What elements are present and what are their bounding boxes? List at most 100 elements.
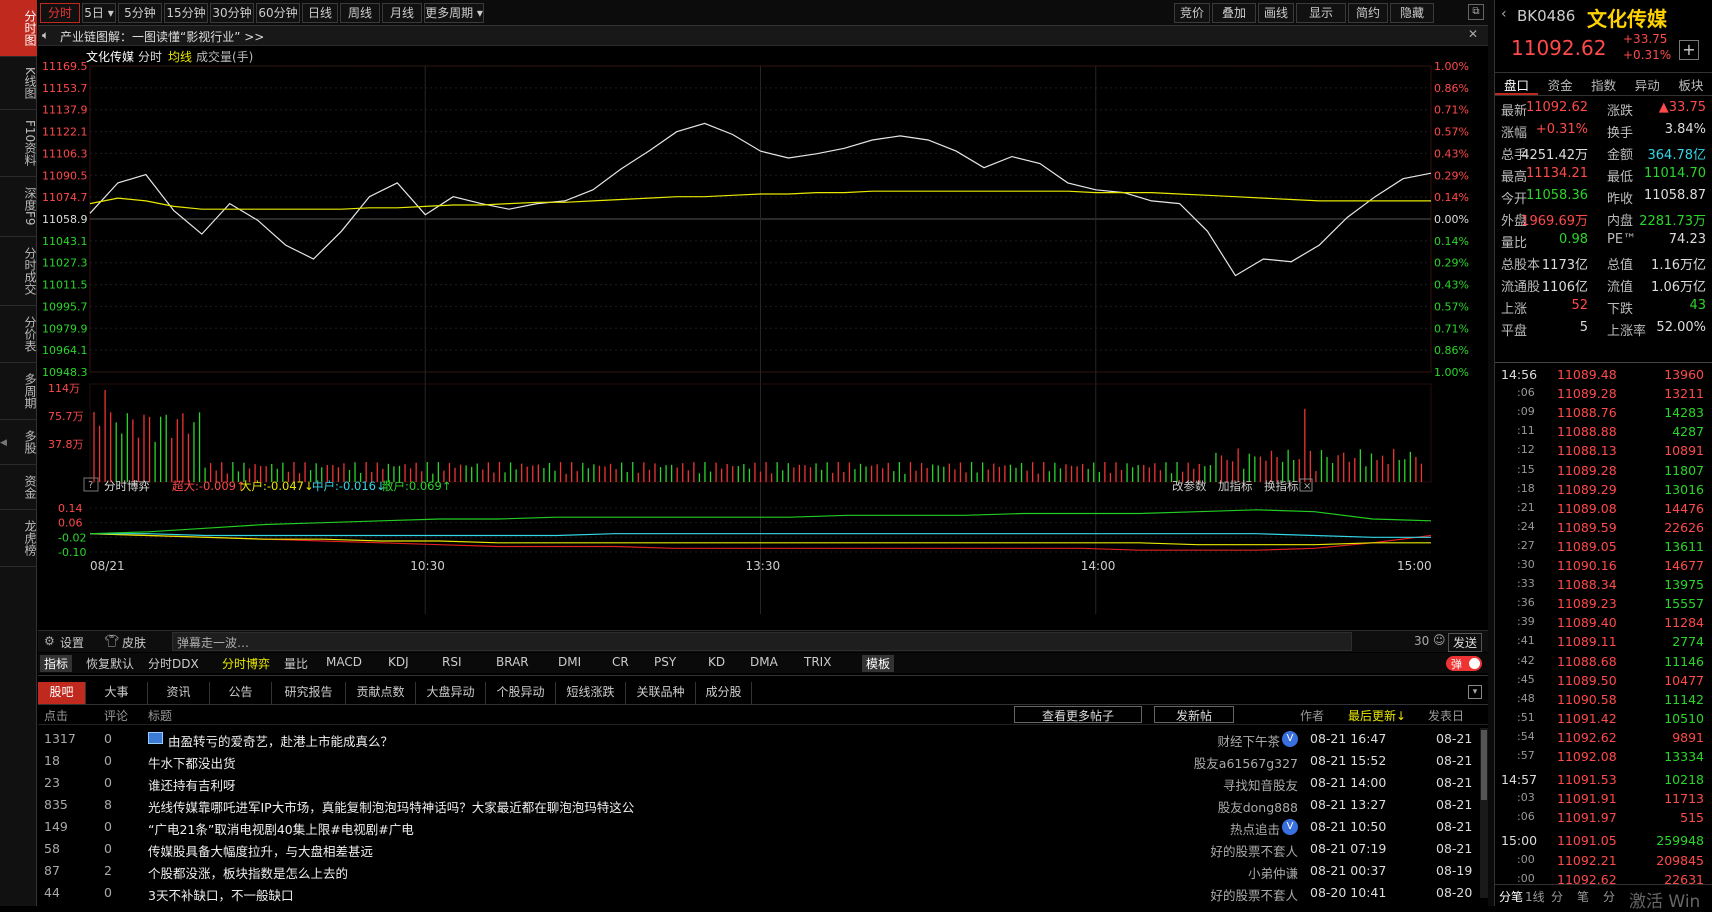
more-posts-button[interactable]: 查看更多帖子: [1014, 706, 1142, 723]
indicator-tab-7[interactable]: RSI: [438, 655, 466, 669]
panel-menu-icon[interactable]: ▾: [1468, 685, 1482, 699]
intraday-chart[interactable]: 11169.5 1.00% 11153.7 0.86% 11137.9 0.71% 1112…: [38, 62, 1488, 622]
indicator-tab-14[interactable]: TRIX: [800, 655, 835, 669]
col-author[interactable]: 作者: [1300, 707, 1324, 724]
col-title[interactable]: 标题: [148, 707, 172, 724]
indicator-tab-4[interactable]: 量比: [280, 655, 312, 672]
post-author[interactable]: 好的股票不套人: [1210, 841, 1298, 860]
post-row[interactable]: 87 2 个股都没涨，板块指数是怎么上去的 小弟仲谦 08-21 00:37 08-19: [38, 860, 1478, 882]
bottom-tab-9[interactable]: 关联品种: [626, 682, 696, 704]
post-author[interactable]: 股友dong888: [1218, 797, 1298, 816]
post-title[interactable]: 光线传媒靠哪吒进军IP大市场，真能复制泡泡玛特神话吗？大家最近都在聊泡泡玛特这公: [148, 797, 634, 816]
toolbar-btn-1[interactable]: 叠加: [1212, 3, 1256, 23]
post-row[interactable]: 18 0 牛水下都没出货 股友a61567g327 08-21 15:52 08-21: [38, 750, 1478, 772]
post-title[interactable]: “广电21条”取消电视剧40集上限#电视剧#广电: [148, 819, 414, 838]
scroll-thumb[interactable]: [1481, 730, 1487, 800]
post-row[interactable]: 149 0 “广电21条”取消电视剧40集上限#电视剧#广电 热点追击 08-21 10…: [38, 816, 1478, 838]
post-title[interactable]: 由盈转亏的爱奇艺，赴港上市能成真么？: [168, 731, 393, 750]
quote-bottom-tab-2[interactable]: 分: [1551, 888, 1563, 905]
post-title[interactable]: 传媒股具备大幅度拉升，与大盘相差甚远: [148, 841, 373, 860]
nav-item-4[interactable]: 分时成交: [0, 237, 37, 306]
prev-icon[interactable]: ‹: [1501, 6, 1507, 22]
add-icon[interactable]: +: [1679, 40, 1699, 60]
settings-icon[interactable]: ⚙: [44, 634, 55, 648]
toolbar-btn-3[interactable]: 显示: [1296, 3, 1346, 23]
quote-bottom-tab-0[interactable]: 分笔: [1499, 888, 1523, 905]
quote-tab-4[interactable]: 板块: [1669, 75, 1712, 94]
game-action-2[interactable]: 换指标: [1264, 479, 1299, 493]
restore-icon[interactable]: ⧉: [1468, 4, 1484, 20]
quote-bottom-tab-3[interactable]: 笔: [1577, 888, 1589, 905]
indicator-tab-8[interactable]: BRAR: [492, 655, 533, 669]
collapse-arrow-icon[interactable]: ◀: [0, 438, 8, 466]
bottom-tab-4[interactable]: 研究报告: [272, 682, 346, 704]
period-tab-0[interactable]: 分时: [40, 3, 80, 23]
post-row[interactable]: 58 0 传媒股具备大幅度拉升，与大盘相差甚远 好的股票不套人 08-21 07:19 0…: [38, 838, 1478, 860]
indicator-tab-1[interactable]: 恢复默认: [82, 655, 138, 672]
quote-tab-1[interactable]: 资金: [1539, 75, 1582, 94]
period-tab-1[interactable]: 5日 ▾: [82, 3, 116, 23]
danmu-toggle[interactable]: 弹: [1446, 656, 1482, 671]
post-row[interactable]: 835 8 光线传媒靠哪吒进军IP大市场，真能复制泡泡玛特神话吗？大家最近都在聊泡泡…: [38, 794, 1478, 816]
post-author[interactable]: 小弟仲谦: [1248, 863, 1298, 882]
nav-item-6[interactable]: 多周期: [0, 363, 37, 420]
nav-item-0[interactable]: 分时图: [0, 0, 37, 57]
indicator-tab-3[interactable]: 分时博弈: [218, 655, 274, 672]
posts-scrollbar[interactable]: [1480, 728, 1488, 898]
post-row[interactable]: 44 0 3天不补缺口，不一般缺口 好的股票不套人 08-20 10:41 08-20: [38, 882, 1478, 904]
toolbar-btn-2[interactable]: 画线: [1258, 3, 1294, 23]
bottom-tab-8[interactable]: 短线涨跌: [556, 682, 626, 704]
post-author[interactable]: 热点追击: [1230, 819, 1280, 838]
col-clicks[interactable]: 点击: [44, 707, 68, 724]
toolbar-btn-5[interactable]: 隐藏: [1390, 3, 1434, 23]
col-date[interactable]: 发表日: [1428, 707, 1464, 724]
quote-tab-0[interactable]: 盘口: [1495, 75, 1538, 95]
post-author[interactable]: 好的股票不套人: [1210, 885, 1298, 904]
game-action-1[interactable]: 加指标: [1218, 479, 1253, 493]
nav-item-5[interactable]: 分价表: [0, 306, 37, 363]
indicator-tab-11[interactable]: PSY: [650, 655, 680, 669]
post-author[interactable]: 财经下午茶: [1217, 731, 1280, 750]
nav-item-1[interactable]: K线图: [0, 57, 37, 110]
post-title[interactable]: 3天不补缺口，不一般缺口: [148, 885, 293, 904]
indicator-tab-5[interactable]: MACD: [322, 655, 366, 669]
indicator-tab-13[interactable]: DMA: [746, 655, 782, 669]
indicator-tab-6[interactable]: KDJ: [384, 655, 413, 669]
quote-tab-3[interactable]: 异动: [1626, 75, 1669, 94]
col-latest[interactable]: 最后更新↓: [1348, 707, 1406, 724]
bottom-tab-0[interactable]: 股吧: [38, 682, 86, 704]
toolbar-btn-0[interactable]: 竞价: [1174, 3, 1210, 23]
danmu-input[interactable]: 弹幕走一波…: [172, 632, 1352, 651]
bottom-tab-6[interactable]: 大盘异动: [416, 682, 486, 704]
period-tab-5[interactable]: 60分钟: [256, 3, 300, 23]
bottom-tab-7[interactable]: 个股异动: [486, 682, 556, 704]
info-link[interactable]: 产业链图解：一图读懂“影视行业” >>: [60, 28, 264, 45]
game-action-0[interactable]: 改参数: [1172, 479, 1207, 493]
indicator-tab-0[interactable]: 指标: [40, 655, 73, 672]
toolbar-btn-4[interactable]: 简约: [1348, 3, 1388, 23]
bottom-tab-5[interactable]: 贡献点数: [346, 682, 416, 704]
bottom-tab-1[interactable]: 大事: [86, 682, 148, 704]
post-title[interactable]: 牛水下都没出货: [148, 753, 236, 772]
post-title[interactable]: 谁还持有吉利呀: [148, 775, 236, 794]
nav-item-8[interactable]: 资金: [0, 465, 37, 510]
period-tab-3[interactable]: 15分钟: [164, 3, 208, 23]
splitter[interactable]: [38, 675, 1488, 679]
period-tab-2[interactable]: 5分钟: [118, 3, 162, 23]
quote-bottom-tab-1[interactable]: 1线: [1525, 888, 1545, 905]
send-button[interactable]: 发送: [1448, 633, 1483, 652]
post-row[interactable]: 23 0 谁还持有吉利呀 寻找知音股友 08-21 14:00 08-21: [38, 772, 1478, 794]
nav-item-3[interactable]: 深度F9: [0, 177, 37, 237]
nav-item-2[interactable]: F10资料: [0, 110, 37, 178]
skin-button[interactable]: 皮肤: [122, 634, 146, 651]
period-tab-6[interactable]: 日线: [302, 3, 338, 23]
bottom-tab-2[interactable]: 资讯: [148, 682, 210, 704]
indicator-tab-15[interactable]: 模板: [862, 655, 895, 672]
nav-item-9[interactable]: 龙虎榜: [0, 510, 37, 567]
settings-button[interactable]: 设置: [60, 634, 84, 651]
new-post-button[interactable]: 发新帖: [1154, 706, 1234, 723]
indicator-tab-10[interactable]: CR: [608, 655, 633, 669]
shirt-icon[interactable]: 👕︎: [104, 634, 119, 648]
period-tab-4[interactable]: 30分钟: [210, 3, 254, 23]
bottom-tab-10[interactable]: 成分股: [696, 682, 752, 704]
